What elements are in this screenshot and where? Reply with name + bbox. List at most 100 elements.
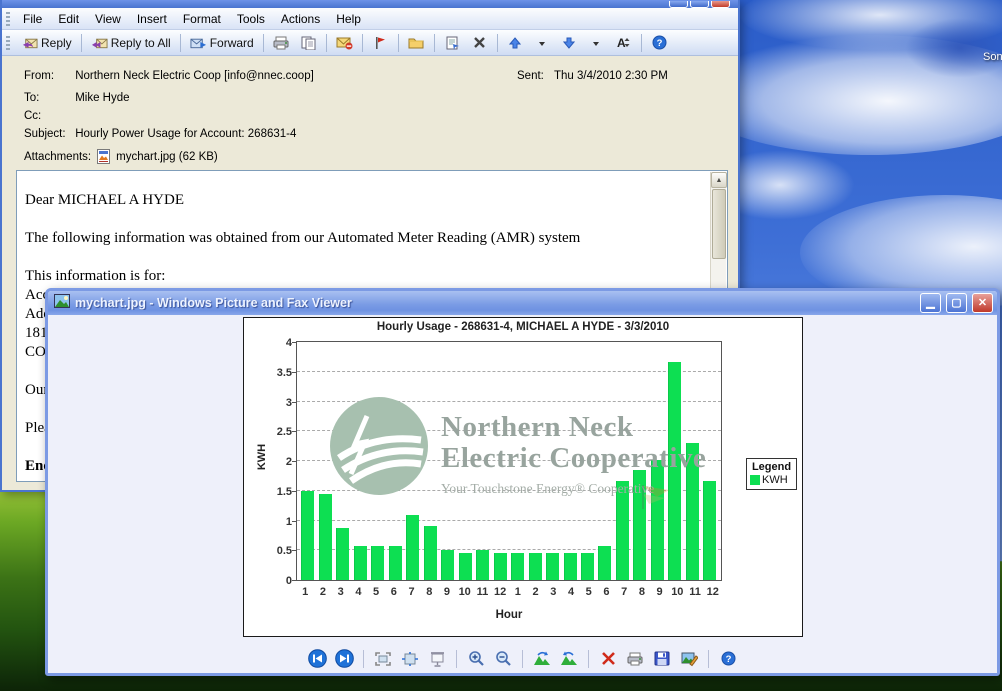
to-label: To:	[24, 92, 72, 104]
menu-tools[interactable]: Tools	[229, 10, 273, 28]
help-icon[interactable]: ?	[718, 649, 738, 668]
dropdown-icon	[588, 35, 605, 50]
toolbar-separator	[81, 34, 82, 52]
print-icon[interactable]	[625, 649, 645, 668]
x-tick-label: 4	[563, 586, 580, 598]
junk-mail-button[interactable]	[332, 33, 357, 52]
maximize-button[interactable]: ▢	[946, 293, 967, 313]
menu-format[interactable]: Format	[175, 10, 229, 28]
text-size-button[interactable]: A	[611, 33, 636, 52]
start-slideshow-icon[interactable]	[427, 649, 447, 668]
menu-file[interactable]: File	[15, 10, 50, 28]
zoom-out-icon[interactable]	[493, 649, 513, 668]
forward-icon	[190, 35, 207, 50]
text-size-icon: A	[615, 35, 632, 50]
x-tick-label: 3	[545, 586, 562, 598]
chart-image: Hourly Usage - 268631-4, MICHAEL A HYDE …	[243, 317, 803, 637]
bar-hour-12-am	[494, 553, 507, 580]
bar-hour-5-pm	[581, 553, 594, 580]
print-button[interactable]	[269, 33, 294, 52]
bar-hour-6-am	[389, 546, 402, 580]
next-item-button[interactable]	[557, 33, 582, 52]
bar-hour-4-am	[354, 546, 367, 580]
x-tick-label: 8	[421, 586, 438, 598]
actual-size-icon[interactable]	[400, 649, 420, 668]
cloud	[740, 0, 1002, 50]
menu-edit[interactable]: Edit	[50, 10, 87, 28]
bar-hour-2-am	[319, 494, 332, 580]
close-button[interactable]: ✕	[972, 293, 993, 313]
best-fit-icon[interactable]	[373, 649, 393, 668]
cc-row: Cc:	[24, 110, 72, 122]
reply-all-button[interactable]: Reply to All	[87, 33, 175, 52]
body-line	[25, 210, 703, 229]
attachments-row: Attachments: mychart.jpg (62 KB)	[24, 149, 218, 164]
toolbar-separator	[708, 650, 709, 668]
create-rule-button[interactable]	[440, 33, 465, 52]
x-tick-label: 2	[527, 586, 544, 598]
x-tick-label: 3	[332, 586, 349, 598]
move-to-folder-button[interactable]	[404, 33, 429, 52]
scroll-up-icon[interactable]: ▲	[711, 172, 727, 188]
viewer-title: mychart.jpg - Windows Picture and Fax Vi…	[75, 296, 915, 310]
x-tick-label: 12	[492, 586, 509, 598]
close-button[interactable]	[711, 1, 730, 8]
y-tick-label: 3	[250, 397, 292, 409]
bar-hour-11-am	[476, 550, 489, 580]
bar-hour-1-am	[301, 491, 314, 580]
legend-entry: KWH	[750, 474, 793, 486]
down-arrow-icon	[561, 35, 578, 50]
bar-hour-11-pm	[686, 443, 699, 580]
menu-insert[interactable]: Insert	[129, 10, 175, 28]
y-tick-label: 1.5	[250, 486, 292, 498]
delete-icon[interactable]	[598, 649, 618, 668]
rotate-counterclockwise-icon[interactable]	[559, 649, 579, 668]
bar-hour-9-pm	[651, 460, 664, 580]
minimize-button[interactable]: ▁	[920, 293, 941, 313]
x-tick-label: 2	[314, 586, 331, 598]
zoom-in-icon[interactable]	[466, 649, 486, 668]
chart-title: Hourly Usage - 268631-4, MICHAEL A HYDE …	[244, 321, 802, 333]
email-header-pane: From: Northern Neck Electric Coop [info@…	[2, 56, 738, 170]
attachment-name[interactable]: mychart.jpg (62 KB)	[116, 151, 218, 163]
body-line: The following information was obtained f…	[25, 229, 703, 248]
maximize-button[interactable]	[690, 1, 709, 8]
from-row: From: Northern Neck Electric Coop [info@…	[24, 70, 314, 82]
bar-hour-7-am	[406, 515, 419, 580]
edit-icon[interactable]	[679, 649, 699, 668]
minimize-button[interactable]	[669, 1, 688, 8]
y-tick-label: 3.5	[250, 367, 292, 379]
next-item-dropdown[interactable]	[584, 33, 609, 52]
bar-hour-8-am	[424, 526, 437, 580]
copy-button[interactable]	[296, 33, 321, 52]
toolbar-separator	[180, 34, 181, 52]
body-line	[25, 248, 703, 267]
svg-text:A: A	[617, 36, 626, 49]
email-titlebar[interactable]	[2, 0, 738, 8]
up-arrow-icon	[507, 35, 524, 50]
previous-image-icon[interactable]	[307, 649, 327, 668]
x-tick-label: 1	[509, 586, 526, 598]
menu-actions[interactable]: Actions	[273, 10, 328, 28]
menu-view[interactable]: View	[87, 10, 129, 28]
help-button[interactable]: ?	[647, 33, 672, 52]
previous-item-dropdown[interactable]	[530, 33, 555, 52]
toolbar-separator	[362, 34, 363, 52]
toolbar-grip	[6, 36, 10, 50]
delete-button[interactable]	[467, 33, 492, 52]
scrollbar-thumb[interactable]	[712, 189, 726, 259]
forward-button[interactable]: Forward	[186, 33, 258, 52]
rotate-clockwise-icon[interactable]	[532, 649, 552, 668]
folder-icon	[408, 35, 425, 50]
previous-item-button[interactable]	[503, 33, 528, 52]
reply-button[interactable]: Reply	[17, 33, 76, 52]
svg-text:?: ?	[725, 654, 731, 665]
x-tick-label: 7	[616, 586, 633, 598]
desktop-icon-label[interactable]: Son	[983, 51, 1002, 63]
flag-button[interactable]	[368, 33, 393, 52]
viewer-titlebar[interactable]: mychart.jpg - Windows Picture and Fax Vi…	[48, 291, 997, 315]
menu-help[interactable]: Help	[328, 10, 369, 28]
next-image-icon[interactable]	[334, 649, 354, 668]
save-icon[interactable]	[652, 649, 672, 668]
to-value: Mike Hyde	[75, 92, 129, 104]
